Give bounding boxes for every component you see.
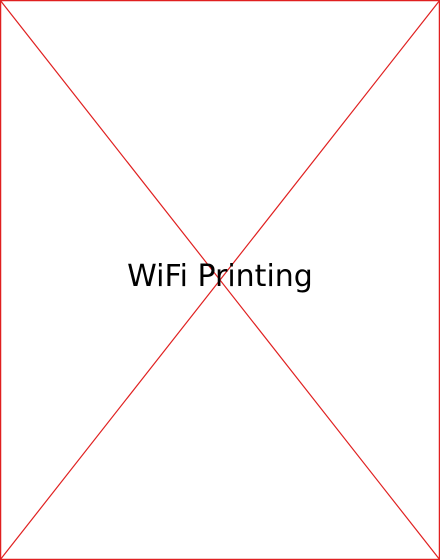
placeholder-image-frame: WiFi Printing [0,0,440,560]
placeholder-caption: WiFi Printing [127,259,313,294]
